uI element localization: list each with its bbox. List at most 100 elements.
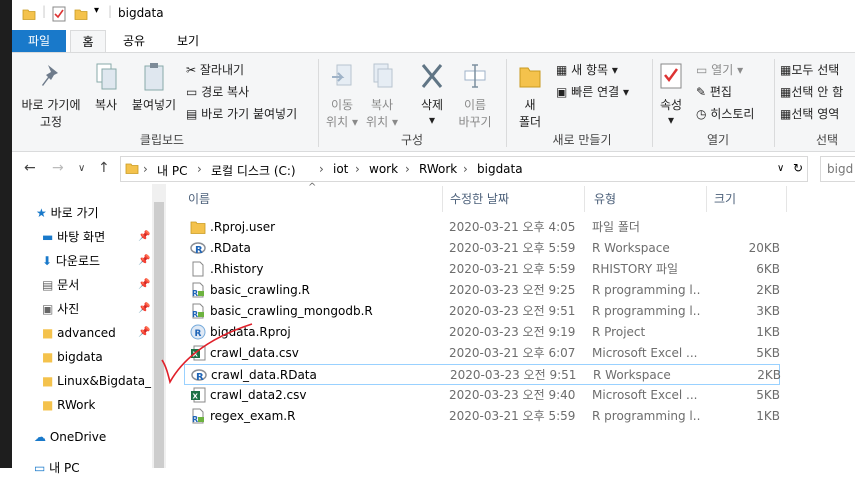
file-row[interactable]: Xcrawl_data.csv 2020-03-21 오후 6:07 Microso… (184, 343, 780, 364)
crumb-separator-icon: › (143, 162, 148, 176)
new-folder-icon (519, 67, 541, 88)
title-bar: | ▾ | bigdata (12, 0, 855, 30)
file-row[interactable]: Rbasic_crawling.R 2020-03-23 오전 9:25 R pro… (184, 280, 780, 301)
invert-selection-icon: ▦ (780, 107, 792, 121)
crumb-work[interactable]: work (369, 162, 398, 176)
back-arrow-icon[interactable]: ← (24, 160, 36, 176)
crumb-rwork[interactable]: RWork (419, 162, 457, 176)
tab-home[interactable]: 홈 (70, 30, 106, 53)
refresh-icon[interactable]: ↻ (793, 161, 803, 175)
nav-advanced[interactable]: ■ advanced (42, 321, 116, 345)
desktop-icon: ▬ (42, 230, 58, 244)
file-row[interactable]: .Rhistory 2020-03-21 오후 5:59 RHISTORY 파일 6K… (184, 259, 780, 280)
file-row[interactable]: Rcrawl_data.RData 2020-03-23 오전 9:51 R Wor… (184, 364, 781, 385)
properties-check-icon[interactable] (52, 6, 66, 22)
column-divider[interactable] (442, 186, 443, 212)
address-dropdown-icon[interactable]: ∨ (777, 163, 784, 174)
history-button[interactable]: ◷ 히스토리 (696, 105, 754, 122)
file-row[interactable]: Rbasic_crawling_mongodb.R 2020-03-23 오전 9… (184, 301, 780, 322)
paste-shortcut-button[interactable]: ▤ 바로 가기 붙여넣기 (186, 105, 297, 122)
cut-button[interactable]: ✂ 잘라내기 (186, 61, 244, 78)
column-header-name[interactable]: 이름 (188, 186, 210, 212)
copy-button[interactable]: 복사 (90, 61, 122, 113)
move-to-button[interactable]: 이동 위치 ▾ (326, 61, 358, 130)
column-header-size[interactable]: 크기 (714, 186, 736, 212)
column-divider[interactable] (786, 186, 787, 212)
folder-icon: ■ (42, 350, 58, 364)
column-divider[interactable] (584, 186, 585, 212)
new-item-button[interactable]: ▦ 새 항목 ▾ (556, 61, 618, 78)
crumb-this-pc[interactable]: 내 PC (157, 162, 187, 179)
file-list: ^ 이름 수정한 날짜 유형 크기 .Rproj.user 2020-03-21 … (161, 182, 855, 468)
nav-quick-access[interactable]: ★ 바로 가기 (36, 201, 99, 225)
column-divider[interactable] (706, 186, 707, 212)
column-header-date[interactable]: 수정한 날짜 (450, 186, 509, 212)
open-button[interactable]: ▭ 열기 ▾ (696, 61, 743, 78)
tab-share[interactable]: 공유 (116, 30, 152, 52)
select-none-label: 선택 안 함 (791, 85, 844, 99)
copy-path-icon: ▭ (186, 85, 202, 99)
picture-icon: ▣ (42, 302, 58, 316)
nav-documents[interactable]: ▤ 문서 (42, 273, 79, 297)
r-script-icon: R (192, 303, 204, 319)
paste-shortcut-label: 바로 가기 붙여넣기 (201, 107, 298, 121)
new-folder-quick-icon[interactable] (74, 7, 88, 21)
address-input[interactable]: › 내 PC › 로컬 디스크 (C:) › iot › work › RWor… (120, 156, 808, 182)
file-size: 6KB (756, 262, 780, 276)
quick-access-dropdown-icon[interactable]: ▾ (94, 5, 99, 16)
properties-button[interactable]: 속성 ▾ (656, 61, 686, 127)
pin-label-2: 고정 (39, 115, 63, 129)
folder-icon: ■ (42, 374, 58, 388)
select-all-label: 모두 선택 (791, 63, 840, 77)
nav-desktop[interactable]: ▬ 바탕 화면 (42, 225, 105, 249)
file-row[interactable]: R .RData 2020-03-21 오후 5:59 R Workspace 20KB (184, 238, 780, 259)
paste-button[interactable]: 붙여넣기 (128, 61, 180, 113)
file-date: 2020-03-21 오후 5:59 (449, 241, 576, 255)
file-type: R programming l... (592, 304, 700, 318)
crumb-local-disk[interactable]: 로컬 디스크 (C:) (211, 162, 296, 179)
recent-locations-icon[interactable]: ∨ (78, 163, 85, 174)
nav-this-pc[interactable]: ▭ 내 PC (34, 456, 80, 480)
crumb-bigdata[interactable]: bigdata (477, 162, 523, 176)
open-label: 열기 (711, 63, 734, 77)
copy-path-button[interactable]: ▭ 경로 복사 (186, 83, 249, 100)
r-logo-icon: R (190, 242, 206, 256)
new-folder-button[interactable]: 새 폴더 (514, 61, 546, 130)
nav-linux-bigdata[interactable]: ■ Linux&Bigdata_r (42, 369, 152, 393)
tab-file[interactable]: 파일 (12, 30, 66, 52)
file-row[interactable]: .Rproj.user 2020-03-21 오후 4:05 파일 폴더 (184, 217, 780, 238)
select-none-button[interactable]: ▦선택 안 함 (780, 83, 843, 100)
background-window-edge (0, 0, 12, 468)
copy-path-label: 경로 복사 (201, 85, 250, 99)
crumb-iot[interactable]: iot (333, 162, 348, 176)
group-open-label: 열기 (706, 133, 730, 147)
ribbon-separator (506, 59, 507, 147)
file-size: 3KB (756, 304, 780, 318)
up-arrow-icon[interactable]: ↑ (98, 160, 110, 176)
rename-button[interactable]: 이름 바꾸기 (458, 61, 492, 130)
nav-label: 다운로드 (55, 254, 101, 268)
edit-button[interactable]: ✎ 편집 (696, 83, 732, 100)
nav-rwork[interactable]: ■ RWork (42, 393, 95, 417)
pin-icon: 📌 (138, 279, 151, 290)
nav-bigdata[interactable]: ■ bigdata (42, 345, 103, 369)
forward-arrow-icon[interactable]: → (52, 160, 64, 176)
nav-pictures[interactable]: ▣ 사진 (42, 297, 79, 321)
nav-onedrive[interactable]: ☁ OneDrive (34, 425, 106, 449)
tab-view[interactable]: 보기 (170, 30, 206, 52)
move-to-label-2: 위치 ▾ (326, 115, 358, 129)
easy-access-button[interactable]: ▣ 빠른 연결 ▾ (556, 83, 629, 100)
file-row[interactable]: Rbigdata.Rproj 2020-03-23 오전 9:19 R Projec… (184, 322, 780, 343)
file-type: Microsoft Excel ... (592, 388, 698, 402)
delete-button[interactable]: 삭제 ▾ (416, 61, 448, 127)
file-row[interactable]: Xcrawl_data2.csv 2020-03-23 오전 9:40 Micros… (184, 385, 780, 406)
nav-downloads[interactable]: ⬇ 다운로드 (42, 249, 100, 273)
column-header-type[interactable]: 유형 (594, 186, 616, 212)
file-row[interactable]: Rregex_exam.R 2020-03-21 오후 5:59 R program… (184, 406, 780, 427)
invert-selection-button[interactable]: ▦선택 영역 (780, 105, 839, 122)
pin-icon: 📌 (138, 327, 151, 338)
pin-quick-access-button[interactable]: 바로 가기에 고정 (16, 61, 86, 130)
copy-to-button[interactable]: 복사 위치 ▾ (366, 61, 398, 130)
search-input[interactable]: bigd (820, 156, 855, 182)
select-all-button[interactable]: ▦모두 선택 (780, 61, 839, 78)
